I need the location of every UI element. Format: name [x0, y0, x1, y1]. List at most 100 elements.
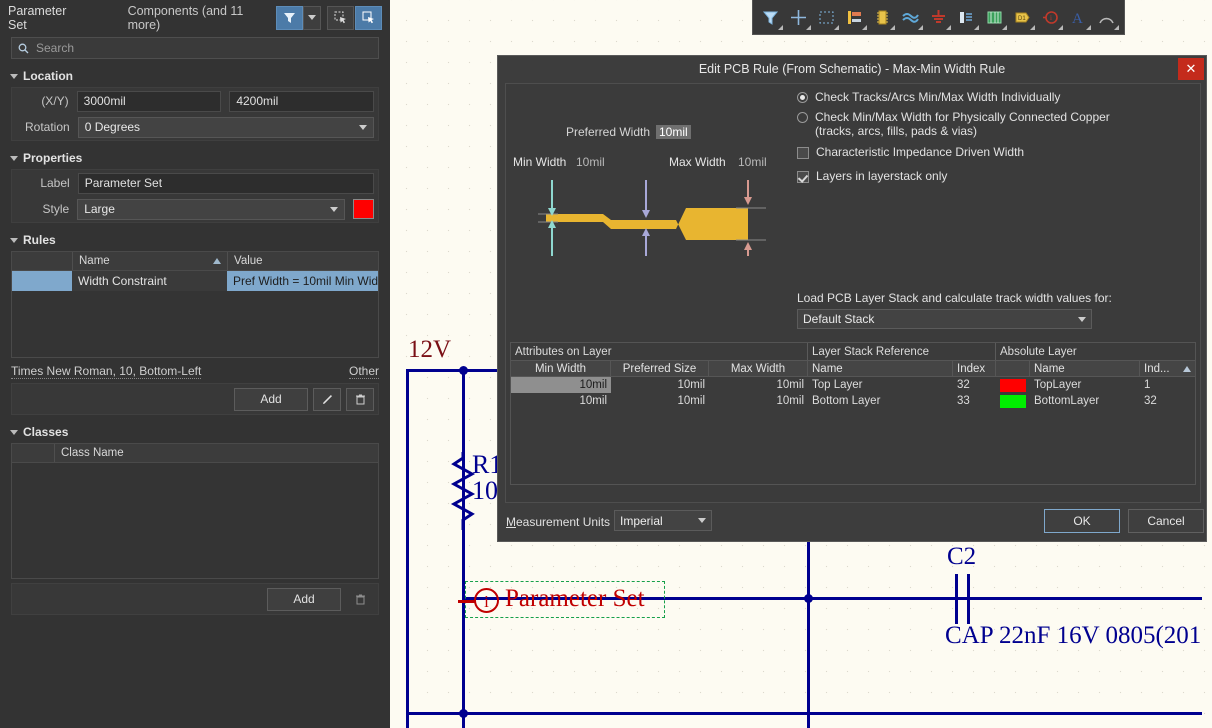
junction-top[interactable]: [459, 366, 468, 375]
table-row[interactable]: Width Constraint Pref Width = 10mil Min …: [12, 271, 378, 291]
col-abs-name[interactable]: Name: [1030, 361, 1140, 376]
col-abs-index[interactable]: Ind...: [1140, 361, 1195, 376]
max-width-input[interactable]: 10mil: [738, 155, 767, 169]
col-min-width[interactable]: Min Width: [511, 361, 611, 376]
place-text-icon[interactable]: A: [1065, 4, 1092, 31]
junction-bottom[interactable]: [459, 709, 468, 718]
classes-col-icon[interactable]: [12, 444, 54, 462]
col-layer-color[interactable]: [996, 361, 1030, 376]
place-sheet-entry-icon[interactable]: [841, 4, 868, 31]
place-arc-icon[interactable]: [1093, 4, 1120, 31]
section-classes-header[interactable]: Classes: [10, 425, 390, 439]
color-swatch[interactable]: [353, 199, 375, 219]
search-icon: [18, 43, 29, 53]
ok-button[interactable]: OK: [1044, 509, 1120, 533]
parameter-set-text: Parameter Set: [505, 585, 645, 612]
filter-button[interactable]: [276, 5, 303, 30]
classes-col-name[interactable]: Class Name: [54, 444, 378, 462]
edit-pcb-rule-dialog[interactable]: Edit PCB Rule (From Schematic) - Max-Min…: [497, 55, 1207, 542]
properties-panel[interactable]: Parameter Set Components (and 11 more) S…: [0, 0, 390, 728]
value-c2[interactable]: CAP 22nF 16V 0805(201: [945, 623, 1201, 648]
place-net-label-icon[interactable]: D1: [1009, 4, 1036, 31]
rules-add-button[interactable]: Add: [234, 387, 308, 411]
classes-delete-button[interactable]: [346, 588, 374, 611]
wire-vertical-left[interactable]: [406, 369, 409, 728]
filter-dropdown-button[interactable]: [303, 5, 321, 30]
rules-table-header: Name Value: [12, 252, 378, 271]
search-input[interactable]: Search: [11, 37, 379, 59]
section-rules-header[interactable]: Rules: [10, 233, 390, 247]
col-ref-index[interactable]: Index: [953, 361, 996, 376]
table-row[interactable]: 10mil 10mil 10mil Bottom Layer 33 Bottom…: [511, 393, 1195, 409]
cell-ref-index: 32: [957, 379, 970, 391]
place-power-port-icon[interactable]: [925, 4, 952, 31]
collapse-triangle-icon: [10, 237, 18, 243]
designator-c2[interactable]: C2: [947, 544, 976, 569]
cell-layer-color: [996, 377, 1030, 393]
location-x-input[interactable]: 3000mil: [76, 90, 222, 112]
dialog-title-bar[interactable]: Edit PCB Rule (From Schematic) - Max-Min…: [498, 56, 1206, 82]
min-width-input[interactable]: 10mil: [576, 155, 605, 169]
select-touching-button[interactable]: [327, 5, 354, 30]
checkbox-impedance[interactable]: Characteristic Impedance Driven Width: [797, 145, 1177, 159]
cell-abs-index: 32: [1144, 395, 1157, 407]
section-location-header[interactable]: Location: [10, 69, 390, 83]
rules-delete-button[interactable]: [346, 387, 374, 411]
dropdown-corner-icon: [946, 24, 951, 30]
layer-stack-label: Load PCB Layer Stack and calculate track…: [797, 291, 1112, 305]
font-descriptor[interactable]: Times New Roman, 10, Bottom-Left: [11, 364, 202, 379]
dialog-title: Edit PCB Rule (From Schematic) - Max-Min…: [698, 62, 1006, 76]
location-y-input[interactable]: 4200mil: [229, 90, 374, 112]
wire-horizontal-bottom[interactable]: [406, 712, 1202, 715]
place-component-icon[interactable]: [869, 4, 896, 31]
checkbox-layerstack[interactable]: Layers in layerstack only: [797, 169, 1177, 183]
close-icon[interactable]: ✕: [1178, 58, 1204, 80]
cancel-button[interactable]: Cancel: [1128, 509, 1204, 533]
rules-table-body[interactable]: Width Constraint Pref Width = 10mil Min …: [12, 271, 378, 357]
table-row[interactable]: 10mil 10mil 10mil Top Layer 32 TopLayer …: [511, 377, 1195, 393]
col-ref-name[interactable]: Name: [808, 361, 953, 376]
cell-ref-name: Bottom Layer: [812, 395, 881, 407]
classes-col-name-label: Class Name: [61, 447, 124, 459]
classes-table[interactable]: Class Name: [11, 443, 379, 579]
place-wire-icon[interactable]: [897, 4, 924, 31]
label-row: Label Parameter Set: [12, 170, 378, 196]
section-properties-header[interactable]: Properties: [10, 151, 390, 165]
place-port-icon[interactable]: [953, 4, 980, 31]
place-directive-icon[interactable]: i: [1037, 4, 1064, 31]
rules-col-icon[interactable]: [12, 252, 72, 270]
rules-col-name[interactable]: Name: [72, 252, 227, 270]
place-crosshair-icon[interactable]: [785, 4, 812, 31]
rotation-select[interactable]: 0 Degrees: [77, 116, 374, 138]
schematic-placement-toolbar[interactable]: D1 i A: [752, 0, 1125, 35]
junction-c2-left[interactable]: [804, 594, 813, 603]
value-r1[interactable]: 10: [472, 478, 498, 504]
rules-edit-button[interactable]: [313, 387, 341, 411]
classes-table-header: Class Name: [12, 444, 378, 463]
select-inside-button[interactable]: [355, 5, 382, 30]
place-sheet-symbol-icon[interactable]: [981, 4, 1008, 31]
wire-vertical-r1[interactable]: [462, 369, 465, 728]
checkbox-layerstack-label: Layers in layerstack only: [816, 169, 948, 183]
radio-check-connected[interactable]: Check Min/Max Width for Physically Conne…: [797, 110, 1132, 138]
attributes-table[interactable]: Attributes on Layer Layer Stack Referenc…: [510, 342, 1196, 485]
place-rectangle-icon[interactable]: [813, 4, 840, 31]
net-label-12v[interactable]: 12V: [408, 337, 451, 362]
classes-table-body[interactable]: [12, 463, 378, 578]
sort-ascending-icon: [1183, 365, 1191, 372]
rules-col-value[interactable]: Value: [227, 252, 378, 270]
classes-add-button[interactable]: Add: [267, 587, 341, 611]
other-link[interactable]: Other: [348, 364, 379, 379]
parameter-set-directive[interactable]: i Parameter Set: [458, 581, 665, 618]
measurement-units-select[interactable]: Imperial: [614, 510, 712, 531]
rules-table[interactable]: Name Value Width Constraint Pref Width =…: [11, 251, 379, 358]
col-preferred-size[interactable]: Preferred Size: [611, 361, 709, 376]
layer-stack-select[interactable]: Default Stack: [797, 309, 1092, 329]
chevron-down-icon: [698, 518, 706, 523]
label-input[interactable]: Parameter Set: [77, 172, 374, 194]
preferred-width-input[interactable]: 10mil: [656, 125, 691, 139]
radio-check-individually[interactable]: Check Tracks/Arcs Min/Max Width Individu…: [797, 90, 1187, 104]
col-max-width[interactable]: Max Width: [709, 361, 808, 376]
style-select[interactable]: Large: [77, 198, 346, 220]
place-net-filter-icon[interactable]: [757, 4, 784, 31]
